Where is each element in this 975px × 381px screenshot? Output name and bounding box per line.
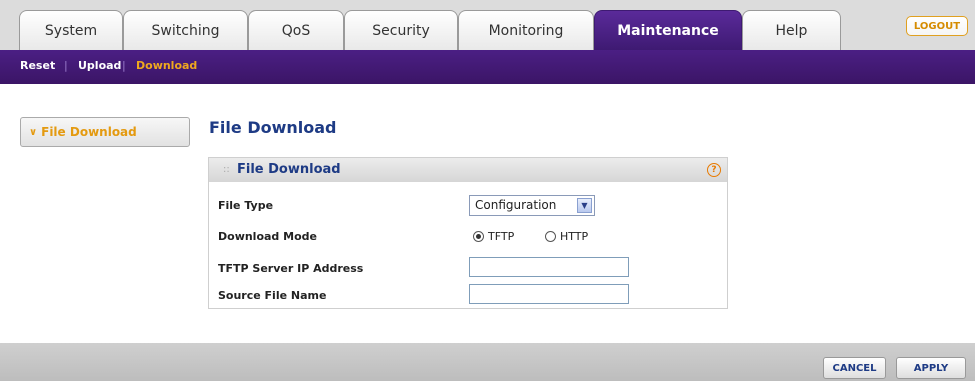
tab-label: Security <box>372 22 430 39</box>
chevron-down-icon[interactable]: ▼ <box>577 198 592 213</box>
cancel-label: CANCEL <box>832 362 877 374</box>
tab-monitoring[interactable]: Monitoring <box>458 10 594 50</box>
radio-http[interactable]: HTTP <box>545 230 588 243</box>
subnav-separator: | <box>64 59 68 72</box>
cancel-button[interactable]: CANCEL <box>823 357 886 379</box>
tab-label: Help <box>775 22 808 39</box>
tftp-server-ip-input[interactable] <box>469 257 629 277</box>
radio-tftp[interactable]: TFTP <box>473 230 514 243</box>
chevron-down-icon: ∨ <box>29 126 38 138</box>
subnav-download[interactable]: Download <box>136 59 197 72</box>
tab-label: QoS <box>281 22 311 39</box>
radio-unselected-icon[interactable] <box>545 231 556 242</box>
apply-label: APPLY <box>913 362 949 374</box>
panel-header: :: File Download ? <box>209 158 727 182</box>
top-nav-bar: System Switching QoS Security Monitoring… <box>0 0 975 50</box>
file-type-label: File Type <box>218 199 274 212</box>
tab-label: System <box>44 22 98 39</box>
logout-label: LOGOUT <box>913 20 961 32</box>
radio-selected-icon[interactable] <box>473 231 484 242</box>
subnav-reset[interactable]: Reset <box>20 59 55 72</box>
tab-label: Switching <box>151 22 220 39</box>
panel-title: File Download <box>237 162 341 177</box>
tab-switching[interactable]: Switching <box>123 10 248 50</box>
apply-button[interactable]: APPLY <box>896 357 966 379</box>
source-file-name-input[interactable] <box>469 284 629 304</box>
subnav-upload[interactable]: Upload <box>78 59 121 72</box>
subnav-separator: | <box>122 59 126 72</box>
file-type-value: Configuration <box>475 198 557 212</box>
tab-security[interactable]: Security <box>344 10 458 50</box>
radio-label: TFTP <box>488 230 515 243</box>
tab-help[interactable]: Help <box>742 10 841 50</box>
download-mode-label: Download Mode <box>218 230 317 243</box>
radio-label: HTTP <box>560 230 589 243</box>
tab-label: Monitoring <box>488 22 564 39</box>
logout-button[interactable]: LOGOUT <box>906 16 968 36</box>
tab-qos[interactable]: QoS <box>248 10 344 50</box>
tab-system[interactable]: System <box>19 10 123 50</box>
sidebar-item-file-download[interactable]: ∨ File Download <box>20 117 190 147</box>
source-file-name-label: Source File Name <box>218 289 327 302</box>
page-title: File Download <box>209 118 337 137</box>
drag-handle-icon: :: <box>223 164 230 175</box>
tftp-server-ip-label: TFTP Server IP Address <box>218 262 364 275</box>
tab-label: Maintenance <box>617 22 719 39</box>
file-type-select[interactable]: Configuration ▼ <box>469 195 595 216</box>
sub-nav-bar: Reset | Upload | Download <box>0 50 975 84</box>
sidebar-item-label: File Download <box>41 125 137 139</box>
file-download-panel: :: File Download ? File Type Configurati… <box>208 157 728 309</box>
help-icon[interactable]: ? <box>707 163 721 177</box>
tab-maintenance[interactable]: Maintenance <box>594 10 742 50</box>
